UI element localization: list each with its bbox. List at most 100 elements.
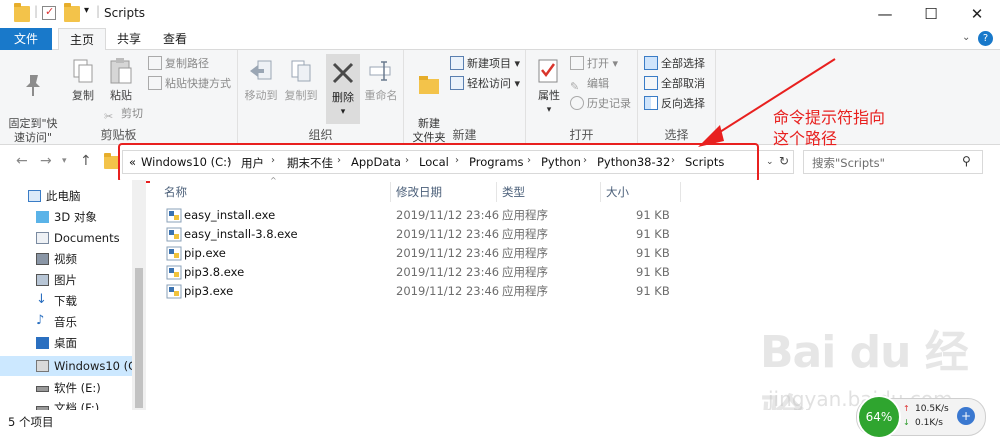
nav-item-3d-objects[interactable]: 3D 对象: [0, 207, 132, 227]
maximize-button[interactable]: ☐: [908, 0, 954, 28]
column-header-size[interactable]: 大小: [606, 182, 629, 202]
refresh-icon[interactable]: ↻: [779, 154, 789, 168]
file-row[interactable]: pip.exe 2019/11/12 23:46 应用程序 91 KB: [160, 244, 680, 263]
column-divider[interactable]: [680, 182, 681, 202]
sort-indicator-icon: ^: [270, 176, 277, 185]
windows-drive-icon: [36, 360, 49, 372]
edit-button[interactable]: ✎ 编辑: [570, 75, 609, 93]
nav-item-documents[interactable]: Documents: [0, 228, 132, 248]
copy-button[interactable]: 复制: [66, 56, 100, 103]
new-item-button[interactable]: 新建项目 ▾: [450, 55, 520, 73]
upload-speed: 10.5K/s: [915, 404, 949, 414]
nav-item-drive-e[interactable]: 软件 (E:): [0, 378, 132, 398]
status-bar: 5 个项目: [0, 410, 1000, 438]
rename-button[interactable]: 重命名: [362, 56, 400, 103]
column-divider[interactable]: [496, 182, 497, 202]
delete-x-icon: [328, 58, 358, 88]
column-divider[interactable]: [600, 182, 601, 202]
open-button[interactable]: 打开 ▾: [570, 55, 618, 73]
network-speed-widget[interactable]: 64% ↑ 10.5K/s ↓ 0.1K/s +: [856, 395, 986, 438]
back-arrow-icon[interactable]: ←: [16, 153, 28, 169]
tab-home[interactable]: 主页: [58, 28, 107, 51]
delete-button[interactable]: 删除 ▾: [326, 54, 360, 124]
pin-icon: [18, 70, 48, 100]
python-exe-icon: [166, 246, 182, 261]
document-icon: [36, 232, 49, 244]
column-header-name[interactable]: 名称: [164, 182, 187, 202]
annotation-highlight-box: [118, 143, 759, 183]
quick-access-dropdown-icon[interactable]: ▾: [84, 5, 89, 21]
delete-dropdown-icon: ▾: [340, 107, 346, 117]
move-to-button[interactable]: 移动到: [242, 56, 280, 103]
nav-item-drive-f[interactable]: 文档 (F:): [0, 398, 132, 410]
music-note-icon: ♪: [36, 313, 45, 328]
nav-item-downloads[interactable]: ↓ 下载: [0, 291, 132, 311]
edit-icon: ✎: [570, 80, 580, 93]
file-row[interactable]: easy_install-3.8.exe 2019/11/12 23:46 应用…: [160, 225, 680, 244]
address-dropdown-icon[interactable]: ⌄: [766, 157, 774, 167]
download-speed: 0.1K/s: [915, 418, 943, 428]
group-new: 新建 文件夹 新建项目 ▾ 轻松访问 ▾ 新建: [404, 50, 526, 145]
tab-file[interactable]: 文件: [0, 28, 52, 50]
title-bar: | ✓ ▾ | Scripts — ☐ ✕: [0, 0, 1000, 28]
file-row[interactable]: easy_install.exe 2019/11/12 23:46 应用程序 9…: [160, 206, 680, 225]
nav-item-this-pc[interactable]: 此电脑: [0, 186, 132, 206]
group-label-clipboard: 剪贴板: [100, 128, 137, 142]
tab-share[interactable]: 共享: [106, 28, 152, 50]
paste-shortcut-icon: [148, 76, 162, 90]
window-title: Scripts: [104, 6, 146, 20]
properties-check-icon: [534, 56, 564, 86]
accelerate-plus-icon[interactable]: +: [957, 407, 975, 425]
history-button[interactable]: 历史记录: [570, 95, 631, 113]
nav-item-videos[interactable]: 视频: [0, 249, 132, 269]
memory-usage-badge[interactable]: 64%: [857, 395, 901, 438]
paste-shortcut-button[interactable]: 粘贴快捷方式: [148, 75, 231, 93]
properties-button[interactable]: 属性 ▾: [532, 56, 566, 117]
group-clipboard: 固定到"快 速访问" 复制 粘贴 复制路径 粘贴快捷方式 ✂ 剪切 剪贴板: [0, 50, 238, 145]
help-icon[interactable]: ?: [978, 31, 993, 46]
folder-icon: [14, 3, 30, 22]
copy-to-icon: [286, 56, 316, 86]
minimize-button[interactable]: —: [862, 0, 908, 28]
ribbon-collapse-icon[interactable]: ⌄: [962, 32, 970, 43]
group-open: 属性 ▾ 打开 ▾ ✎ 编辑 历史记录 打开: [526, 50, 638, 145]
properties-quick-icon[interactable]: ✓: [42, 5, 56, 20]
history-icon: [570, 96, 584, 110]
column-divider[interactable]: [390, 182, 391, 202]
forward-arrow-icon[interactable]: →: [40, 153, 52, 169]
new-folder-quick-icon[interactable]: [64, 3, 80, 22]
easy-access-button[interactable]: 轻松访问 ▾: [450, 75, 520, 93]
column-header-date[interactable]: 修改日期: [396, 182, 442, 202]
close-button[interactable]: ✕: [954, 0, 1000, 28]
item-count: 5 个项目: [8, 415, 54, 429]
rename-icon: [366, 56, 396, 86]
properties-dropdown-icon: ▾: [546, 105, 552, 115]
python-exe-icon: [166, 227, 182, 242]
column-header-type[interactable]: 类型: [502, 182, 525, 202]
copy-to-button[interactable]: 复制到: [282, 56, 320, 103]
nav-item-music[interactable]: ♪ 音乐: [0, 312, 132, 332]
paste-icon: [106, 56, 136, 86]
tab-view[interactable]: 查看: [152, 28, 198, 50]
up-arrow-icon[interactable]: ↑: [80, 153, 92, 169]
nav-item-desktop[interactable]: 桌面: [0, 333, 132, 353]
search-icon[interactable]: ⚲: [962, 154, 971, 168]
python-exe-icon: [166, 265, 182, 280]
download-arrow-icon: ↓: [903, 418, 910, 427]
nav-scrollbar-thumb[interactable]: [135, 268, 143, 408]
paste-button[interactable]: 粘贴: [104, 56, 138, 103]
easy-access-icon: [450, 76, 464, 90]
recent-locations-icon[interactable]: ▾: [62, 156, 67, 166]
video-icon: [36, 253, 49, 265]
scissors-icon: ✂: [104, 110, 114, 123]
python-exe-icon: [166, 208, 182, 223]
nav-item-drive-c[interactable]: Windows10 (C:): [0, 356, 132, 376]
file-row[interactable]: pip3.exe 2019/11/12 23:46 应用程序 91 KB: [160, 282, 680, 301]
open-icon: [570, 56, 584, 70]
file-row[interactable]: pip3.8.exe 2019/11/12 23:46 应用程序 91 KB: [160, 263, 680, 282]
move-to-icon: [246, 56, 276, 86]
nav-item-pictures[interactable]: 图片: [0, 270, 132, 290]
cut-button[interactable]: ✂ 剪切: [104, 105, 143, 123]
copy-path-button[interactable]: 复制路径: [148, 55, 209, 73]
annotation-text: 命令提示符指向 这个路径: [773, 108, 886, 148]
